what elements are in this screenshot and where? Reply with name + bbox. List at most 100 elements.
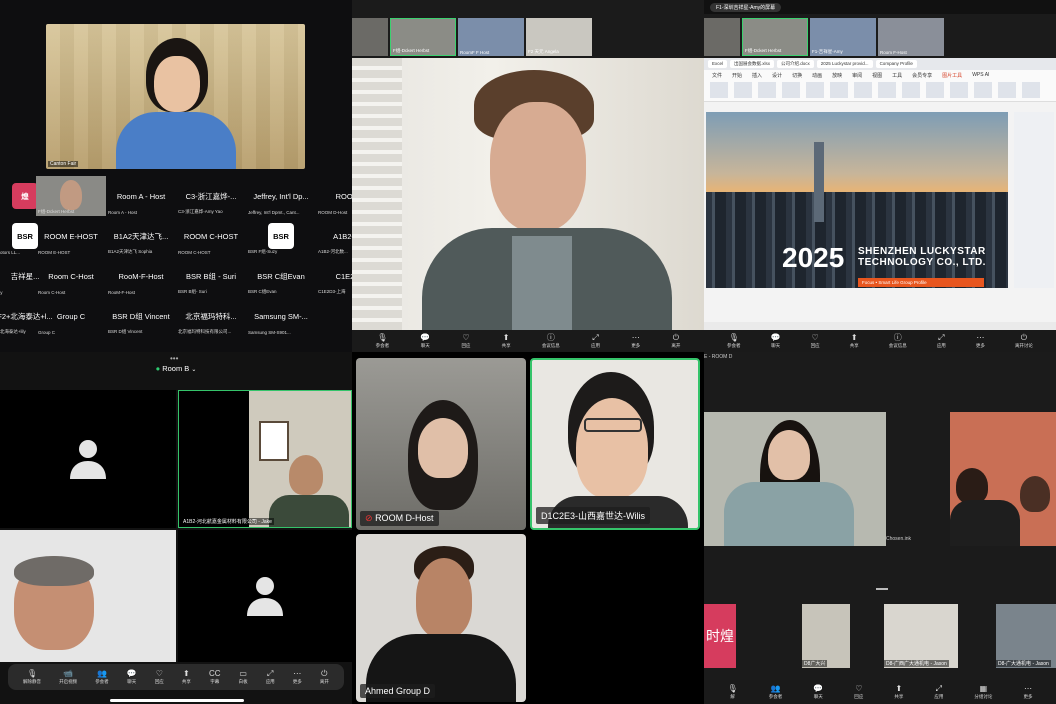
toolbar-button[interactable]: ♡ 回应 [461,333,470,349]
ribbon-menu-item[interactable]: 开始 [732,72,742,79]
browser-tab[interactable]: 出国展会数据.xlsx [730,60,775,68]
participant-tile[interactable] [316,296,352,336]
participant-tile[interactable]: 北京福玛特科... 北京福玛特科技有限公司... [176,296,246,336]
participant-tile[interactable]: BSR B组 - Suri BSR B组- Suri [176,256,246,296]
browser-tab[interactable]: Company Profile [875,60,917,68]
video-tile[interactable] [950,412,1056,546]
participant-tile[interactable]: BSR D组 Vincent BSR D组 Vincent [106,296,176,336]
toolbar-button[interactable]: 💬 聊天 [813,684,823,700]
video-tile[interactable]: D1C2E3-山西嘉世达-Wilis [530,358,700,530]
toolbar-button[interactable]: ⏻ 离开 [320,669,329,685]
video-tile[interactable] [178,530,352,662]
browser-tab[interactable]: Excel [708,60,728,68]
toolbar-button[interactable]: 📹 开启视频 [59,669,77,685]
participant-tile[interactable]: ROOM D ROOM D-Host [316,176,352,216]
video-tile[interactable]: Ahmed Group D [356,534,526,702]
thumbnail-tile[interactable]: F组-Dckert Herbst [742,18,808,56]
thumbnail-tile[interactable]: F2 天元 Angela [526,18,592,56]
toolbar-button[interactable]: ⬆ 共享 [182,669,191,685]
logo-tile[interactable]: 时煌 [704,604,736,668]
toolbar-button[interactable]: ⋯ 更多 [976,333,985,349]
participant-tile[interactable]: C1E2D3- C1E2D3-上海 [316,256,352,296]
toolbar-button[interactable]: 👥 参会者 [95,669,109,685]
toolbar-button[interactable]: ⤢ 应用 [266,669,275,685]
ribbon-menu-item[interactable]: 工具 [892,72,902,79]
toolbar-button[interactable]: 🎙 解除静音 [23,669,41,685]
participant-tile[interactable]: Jeffrey, Int'l Dp... Jeffrey, Int'l Dpmt.… [246,176,316,216]
participant-tile[interactable]: B1A2天津达飞... B1A2天津达飞 Sophia [106,216,176,256]
toolbar-button[interactable]: ♡ 回应 [854,684,863,700]
ribbon-menu-item[interactable]: 文件 [712,72,722,79]
toolbar-button[interactable]: ⋯ 更多 [293,669,302,685]
browser-tab[interactable]: 2025 Luckystar provid... [816,60,873,68]
thumbnail-tile[interactable]: F组-Dckert Herbst [390,18,456,56]
participant-tile[interactable]: BSR C组Evan BSR C组Evan [246,256,316,296]
drag-handle[interactable] [876,588,888,590]
toolbar-button[interactable]: ⤢ 应用 [934,684,943,700]
toolbar-button[interactable]: 🎙 参会者 [727,333,741,349]
ribbon-menu-item[interactable]: 插入 [752,72,762,79]
participant-tile[interactable]: Room A - Host Room A - Host [106,176,176,216]
video-tile[interactable] [0,530,176,662]
toolbar-button[interactable]: ⋯ 更多 [1023,684,1032,700]
active-speaker-video[interactable]: Canton Fair [46,24,305,169]
ribbon-menu-item[interactable]: 会员专享 [912,72,932,79]
participant-tile[interactable]: Group C Group C [36,296,106,336]
thumbnail-tile[interactable] [704,18,740,56]
thumbnail-tile[interactable]: RoomF F Host [458,18,524,56]
video-tile[interactable] [704,412,886,546]
video-tile[interactable]: D8-广大通机电 - Jason [996,604,1056,668]
toolbar-button[interactable]: 🎙 参会者 [376,333,390,349]
toolbar-button[interactable]: 👥 参会者 [769,684,783,700]
participant-tile[interactable]: F组-Dckert Herbst [36,176,106,216]
ribbon-menu-item[interactable]: 切换 [792,72,802,79]
participant-tile[interactable]: A1B2-河北 A1B2-河北数... [316,216,352,256]
ribbon-menu-item[interactable]: 设计 [772,72,782,79]
thumbnail-tile[interactable] [352,18,388,56]
participant-tile[interactable]: Room C-Host Room C-Host [36,256,106,296]
toolbar-button[interactable]: ⤢ 应用 [591,333,600,349]
toolbar-button[interactable]: ⏻ 离开 [671,333,680,349]
thumbnail-tile[interactable]: F1-吉祥星-Amy [810,18,876,56]
toolbar-button[interactable]: ▦ 分组讨论 [974,684,992,700]
toolbar-button[interactable]: ⬆ 共享 [850,333,859,349]
participant-tile[interactable]: ROOM C-HOST ROOM C-HOST [176,216,246,256]
toolbar-button[interactable]: ⋯ 更多 [631,333,640,349]
participant-tile[interactable]: C3-浙江嘉烨-... C3-浙江嘉烨-Amy Yao [176,176,246,216]
toolbar-button[interactable]: ⤢ 应用 [937,333,946,349]
ribbon-menu-item[interactable]: WPS AI [972,72,989,79]
video-tile[interactable]: D8-广西广大通机电 - Jason [884,604,958,668]
participant-tile[interactable]: RooM-F-Host RooM-F-Host [106,256,176,296]
toolbar-button[interactable]: ⏻ 离开讨论 [1015,333,1033,349]
thumbnail-tile[interactable]: Room F-Host [878,18,944,56]
toolbar-button[interactable]: ♡ 回应 [155,669,164,685]
toolbar-button[interactable]: ⓘ 会议信息 [542,333,560,349]
toolbar-button[interactable]: 💬 聊天 [771,333,781,349]
toolbar-button[interactable]: CC 字幕 [209,669,221,685]
video-tile[interactable]: A1B2-河北航嘉金属材料有限公司 - Jake [178,390,352,528]
participant-tile[interactable]: BSR BSR F组-Suzy [246,216,316,256]
ribbon-menu-item[interactable]: 动画 [812,72,822,79]
ribbon-menu-item[interactable]: 审阅 [852,72,862,79]
ribbon-menu-item[interactable]: 放映 [832,72,842,79]
browser-tab[interactable]: 公司介绍.docx [777,60,814,68]
more-dots-icon[interactable]: ••• [170,354,178,363]
participant-tile[interactable]: Samsung SM-... Samsung SM-S901... [246,296,316,336]
ribbon-menu-item[interactable]: 视图 [872,72,882,79]
toolbar-button[interactable]: ⓘ 会议信息 [889,333,907,349]
toolbar-button[interactable]: ⬆ 共享 [894,684,903,700]
participant-tile[interactable]: ROOM E-HOST ROOM E-HOST [36,216,106,256]
video-tile[interactable] [0,390,176,528]
ribbon-menu-item[interactable]: 图片工具 [942,72,962,79]
toolbar-button[interactable]: ⬆ 共享 [502,333,511,349]
main-speaker-video[interactable] [352,58,704,338]
toolbar-button[interactable]: ♡ 回应 [811,333,820,349]
toolbar-button[interactable]: ▭ 白板 [239,669,248,685]
room-indicator[interactable]: ● Room B ⌄ [0,364,352,373]
toolbar-button[interactable]: 💬 聊天 [127,669,137,685]
video-tile[interactable]: D8广大兴 [802,604,850,668]
toolbar-button[interactable]: 🎙 解 [728,684,738,700]
toolbar-button[interactable]: 💬 聊天 [420,333,430,349]
video-tile[interactable]: ⊘ ROOM D-Host [356,358,526,530]
shared-presentation[interactable]: Excel 出国展会数据.xlsx 公司介绍.docx 2025 Luckystar … [704,58,1056,330]
